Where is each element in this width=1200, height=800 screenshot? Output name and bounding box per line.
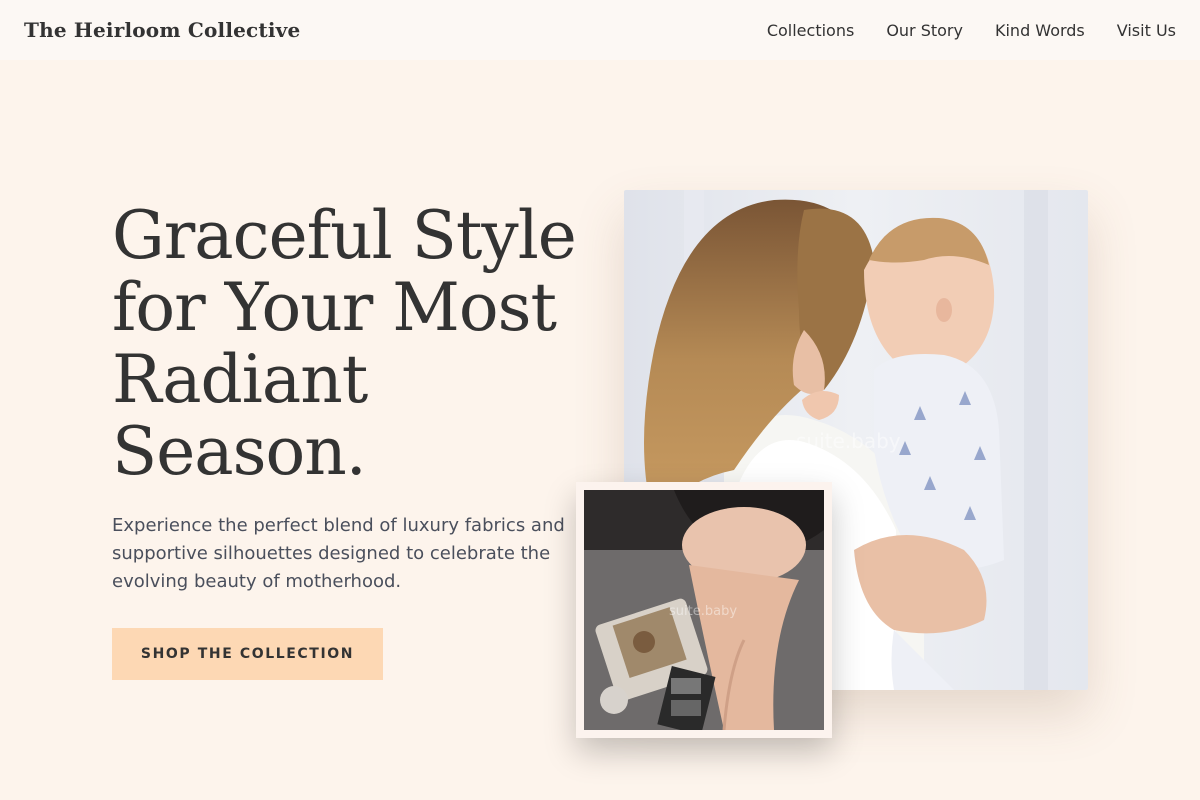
nav-link-visit-us[interactable]: Visit Us	[1117, 21, 1176, 40]
nav-link-kind-words[interactable]: Kind Words	[995, 21, 1085, 40]
nav-link-collections[interactable]: Collections	[767, 21, 854, 40]
nav-links: Collections Our Story Kind Words Visit U…	[767, 21, 1176, 40]
headline-line-1: Graceful Style	[112, 197, 577, 274]
headline-line-4: Season.	[112, 413, 367, 490]
inset-photo-watermark: suite.baby	[669, 604, 737, 619]
headline-line-3: Radiant	[112, 341, 368, 418]
main-photo-watermark: suite.baby	[796, 429, 901, 453]
headline-line-2: for Your Most	[112, 269, 557, 346]
brand-logo-text[interactable]: The Heirloom Collective	[24, 18, 300, 42]
hero-headline: Graceful Style for Your Most Radiant Sea…	[112, 200, 592, 488]
pregnancy-illustration: suite.baby	[584, 490, 824, 730]
hero-subtext: Experience the perfect blend of luxury f…	[112, 515, 565, 592]
top-navbar: The Heirloom Collective Collections Our …	[0, 0, 1200, 60]
nav-link-our-story[interactable]: Our Story	[886, 21, 963, 40]
shop-collection-button[interactable]: SHOP THE COLLECTION	[112, 628, 383, 680]
inset-photo-pregnancy: suite.baby	[576, 482, 832, 738]
